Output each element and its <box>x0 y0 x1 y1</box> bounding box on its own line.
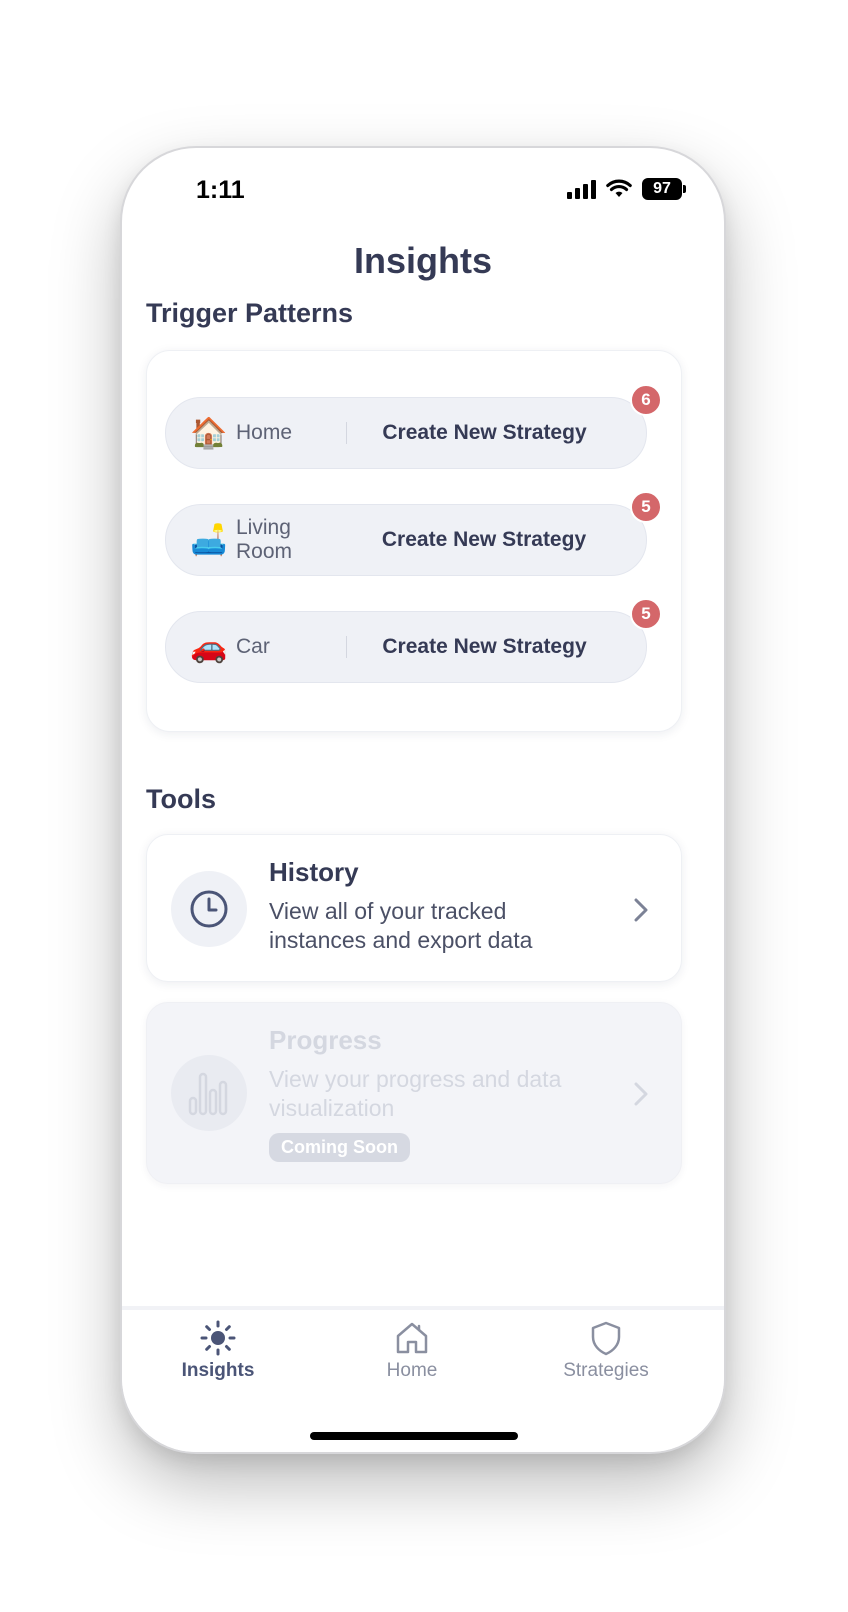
count-badge: 5 <box>630 598 662 630</box>
home-indicator <box>310 1432 518 1440</box>
tab-label: Home <box>386 1360 438 1381</box>
trigger-patterns-card: 🏠 Home Create New Strategy 6 🛋️ Living R… <box>146 350 682 732</box>
status-icons: 97 <box>567 178 686 200</box>
chevron-right-icon <box>634 1082 648 1106</box>
history-title: History <box>269 857 359 887</box>
tab-home[interactable]: Home <box>342 1320 482 1382</box>
trigger-item-home[interactable]: 🏠 Home Create New Strategy 6 <box>165 384 662 469</box>
car-emoji-icon: 🚗 <box>190 629 228 665</box>
trigger-item-car[interactable]: 🚗 Car Create New Strategy 5 <box>165 598 662 683</box>
wifi-icon <box>606 179 632 197</box>
page-title: Insights <box>353 240 492 281</box>
house-emoji-icon: 🏠 <box>190 415 228 451</box>
history-card[interactable]: History View all of your tracked instanc… <box>146 834 682 982</box>
create-strategy-button[interactable]: Create New Strategy <box>347 635 646 659</box>
progress-description: View your progress and data visualizatio… <box>269 1066 562 1121</box>
trigger-label: Home <box>236 421 293 444</box>
progress-card: Progress View your progress and data vis… <box>146 1002 682 1184</box>
chevron-right-icon <box>634 898 648 922</box>
tab-bar: Insights Home Strategies <box>122 1306 724 1452</box>
clock-icon <box>171 871 247 947</box>
create-strategy-button[interactable]: Create New Strategy <box>347 421 646 445</box>
sun-icon <box>200 1320 236 1356</box>
count-badge: 5 <box>630 491 662 523</box>
tools-heading: Tools <box>146 784 216 814</box>
trigger-label: Living Room <box>236 516 293 563</box>
count-badge: 6 <box>630 384 662 416</box>
tab-insights[interactable]: Insights <box>148 1320 288 1382</box>
progress-title: Progress <box>269 1025 382 1055</box>
coming-soon-badge: Coming Soon <box>269 1133 410 1162</box>
status-time: 1:11 <box>196 176 245 204</box>
bar-chart-icon <box>171 1055 247 1131</box>
couch-emoji-icon: 🛋️ <box>190 522 228 558</box>
cellular-signal-icon <box>567 179 596 199</box>
house-icon <box>396 1322 428 1354</box>
tab-label: Strategies <box>563 1360 649 1381</box>
battery-icon: 97 <box>642 178 686 200</box>
create-strategy-button[interactable]: Create New Strategy <box>346 528 646 552</box>
tab-strategies[interactable]: Strategies <box>536 1320 676 1382</box>
trigger-patterns-heading: Trigger Patterns <box>146 298 354 328</box>
history-description: View all of your tracked instances and e… <box>269 898 533 953</box>
trigger-item-living-room[interactable]: 🛋️ Living Room Create New Strategy 5 <box>165 491 662 576</box>
trigger-label: Car <box>236 635 270 658</box>
shield-icon <box>591 1321 621 1356</box>
tab-label: Insights <box>181 1360 255 1381</box>
phone-frame: 1:11 97 Insights Trigger Patterns 🏠 Home… <box>122 148 724 1452</box>
